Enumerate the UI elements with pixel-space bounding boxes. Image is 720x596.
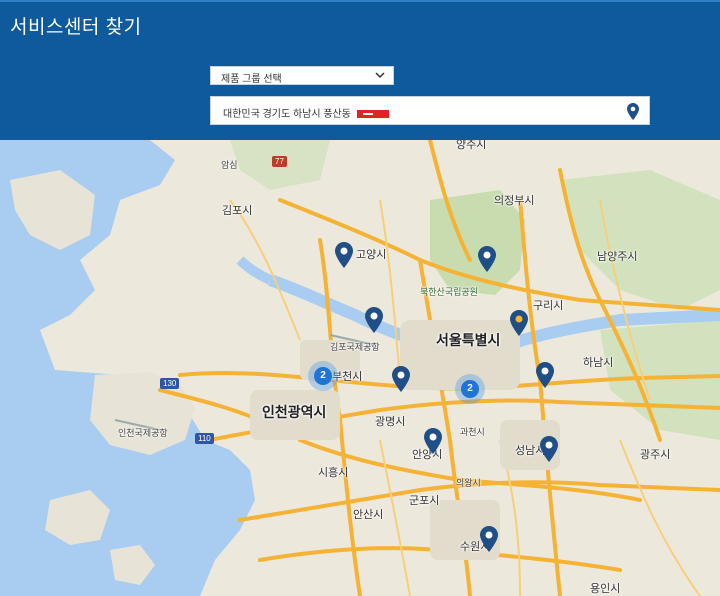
flag-icon: [356, 110, 389, 118]
map-label-amsim: 암심: [221, 160, 238, 170]
service-center-marker[interactable]: [510, 310, 528, 336]
map-pin-icon: [424, 428, 442, 454]
road-shield-110: 110: [195, 433, 214, 444]
map-label-gimpo: 김포시: [222, 205, 253, 217]
map-label-incheon: 인천광역시: [262, 404, 327, 420]
chevron-down-icon: [374, 69, 386, 84]
map-label-yangju: 양주시: [456, 140, 487, 151]
location-pin-icon[interactable]: [627, 103, 639, 123]
map-pin-icon: [540, 436, 558, 462]
map-pin-icon: [480, 526, 498, 552]
map-label-gunpo: 군포시: [409, 495, 440, 507]
map-label-yongin: 용인시: [590, 583, 621, 595]
map-label-siheung: 시흥시: [318, 467, 349, 479]
map-label-incheon-airport: 인천국제공항: [118, 428, 168, 438]
marker-cluster[interactable]: 2: [455, 374, 485, 404]
map-pin-icon: [478, 246, 496, 272]
header-top-line: [0, 0, 720, 2]
marker-cluster-count: 2: [314, 367, 332, 385]
service-center-marker[interactable]: [540, 436, 558, 462]
service-center-marker[interactable]: [536, 362, 554, 388]
service-center-marker[interactable]: [480, 526, 498, 552]
map-label-gwangmyeong: 광명시: [375, 416, 406, 428]
page-title: 서비스센터 찾기: [10, 17, 142, 38]
product-group-select-value: 제품 그룹 선택: [221, 74, 282, 85]
map-label-namyangju: 남양주시: [597, 251, 638, 263]
address-input-value: 대한민국 경기도 하남시 풍산동: [223, 109, 351, 120]
map-label-gwacheon: 과천시: [460, 427, 485, 437]
map-label-guri: 구리시: [533, 300, 564, 312]
map-pin-icon: [365, 307, 383, 333]
address-input[interactable]: 대한민국 경기도 하남시 풍산동: [210, 96, 650, 125]
map-label-gimpo-airport: 김포국제공항: [330, 342, 380, 352]
road-shield-77: 77: [272, 156, 287, 167]
marker-cluster[interactable]: 2: [308, 361, 338, 391]
map-label-goyang: 고양시: [356, 249, 387, 261]
map-label-seoul: 서울특별시: [436, 332, 501, 348]
map-pin-icon: [536, 362, 554, 388]
map-label-uijeongbu: 의정부시: [494, 195, 535, 207]
marker-cluster-count: 2: [461, 380, 479, 398]
map-pin-icon: [510, 310, 528, 336]
service-center-marker[interactable]: [478, 246, 496, 272]
map-label-uiwang: 의왕시: [456, 478, 481, 488]
service-center-marker[interactable]: [335, 242, 353, 268]
map-pin-icon: [392, 366, 410, 392]
map-label-bukhansan: 북한산국립공원: [420, 287, 478, 297]
service-center-marker[interactable]: [392, 366, 410, 392]
map-pin-icon: [335, 242, 353, 268]
map-view[interactable]: 양주시 의정부시 남양주시 김포시 암심 고양시 북한산국립공원 구리시 김포국…: [0, 140, 720, 596]
header-bar: 서비스센터 찾기 제품 그룹 선택 대한민국 경기도 하남시 풍산동: [0, 0, 720, 140]
road-shield-130: 130: [160, 378, 180, 389]
service-center-marker[interactable]: [365, 307, 383, 333]
map-label-gwangju: 광주시: [640, 449, 671, 461]
map-label-ansan: 안산시: [353, 509, 384, 521]
map-label-hanam: 하남시: [583, 357, 614, 369]
product-group-select[interactable]: 제품 그룹 선택: [210, 66, 394, 85]
service-center-marker[interactable]: [424, 428, 442, 454]
